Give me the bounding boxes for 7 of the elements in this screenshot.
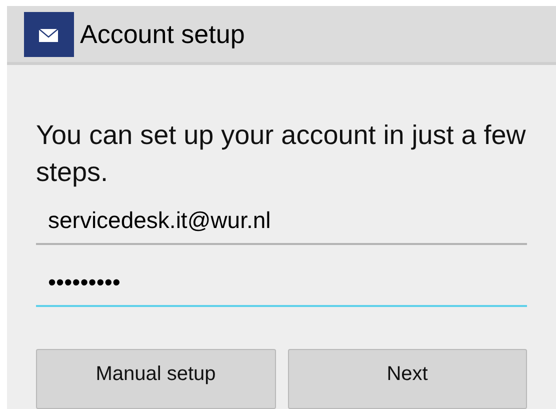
text-field[interactable]: servicedesk.it@wur.nl — [36, 197, 527, 245]
screen-title: Account setup — [80, 18, 245, 50]
setup-instructions: You can set up your account in just a few steps. — [36, 119, 527, 189]
action-button[interactable]: Next — [288, 349, 527, 409]
action-button[interactable]: Manual setup — [36, 349, 276, 409]
envelope-icon — [24, 12, 74, 56]
text-field[interactable]: ••••••••• — [36, 259, 527, 307]
